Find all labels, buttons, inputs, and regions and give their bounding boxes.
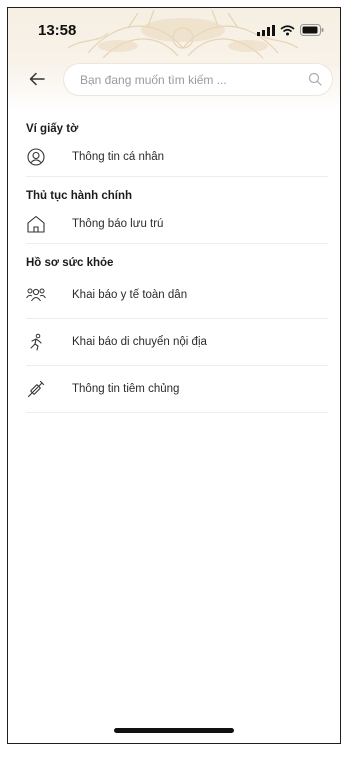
status-icons — [257, 24, 324, 36]
list-item-thong-bao-luu-tru[interactable]: Thông báo lưu trú — [26, 205, 328, 244]
search-icon[interactable] — [308, 72, 322, 86]
section-vi-giay-to: Ví giấy tờ Thông tin cá nhân — [8, 120, 340, 177]
search-bar[interactable] — [64, 64, 332, 95]
section-title: Hồ sơ sức khỏe — [26, 257, 114, 269]
home-icon — [26, 214, 46, 234]
app-frame: 13:58 Bạn đang muốn tìm kiếm ... Ví giấy… — [7, 7, 341, 744]
section-title: Ví giấy tờ — [26, 123, 79, 135]
list-item-label: Thông báo lưu trú — [72, 218, 164, 230]
list-item-label: Khai báo di chuyển nội địa — [72, 336, 207, 348]
list-item-khai-bao-y-te[interactable]: Khai báo y tế toàn dân — [26, 272, 328, 319]
people-group-icon — [26, 285, 46, 305]
signal-icon — [257, 24, 275, 36]
arrow-left-icon — [29, 72, 45, 86]
search-results: Ví giấy tờ Thông tin cá nhân Thủ tục hàn… — [8, 110, 340, 413]
syringe-icon — [26, 379, 46, 399]
section-thu-tuc-hanh-chinh: Thủ tục hành chính Thông báo lưu trú — [8, 187, 340, 244]
list-item-label: Thông tin tiêm chủng — [72, 383, 180, 395]
status-time: 13:58 — [38, 22, 77, 39]
section-title: Thủ tục hành chính — [26, 190, 133, 202]
list-item-label: Thông tin cá nhân — [72, 151, 165, 163]
list-item-thong-tin-ca-nhan[interactable]: Thông tin cá nhân — [26, 138, 328, 177]
list-item-thong-tin-tiem-chung[interactable]: Thông tin tiêm chủng — [26, 366, 328, 413]
list-item-khai-bao-di-chuyen[interactable]: Khai báo di chuyển nội địa — [26, 319, 328, 366]
header: 13:58 — [8, 8, 340, 110]
list-item-label: Khai báo y tế toàn dân — [72, 289, 188, 301]
battery-icon — [300, 24, 324, 36]
wifi-icon — [280, 24, 295, 35]
user-circle-icon — [26, 147, 46, 167]
running-person-icon — [26, 332, 46, 352]
search-input[interactable] — [80, 72, 290, 87]
back-button[interactable] — [26, 68, 48, 90]
section-ho-so-suc-khoe: Hồ sơ sức khỏe Khai báo y tế toàn dân Kh… — [8, 254, 340, 413]
home-indicator — [114, 728, 234, 733]
